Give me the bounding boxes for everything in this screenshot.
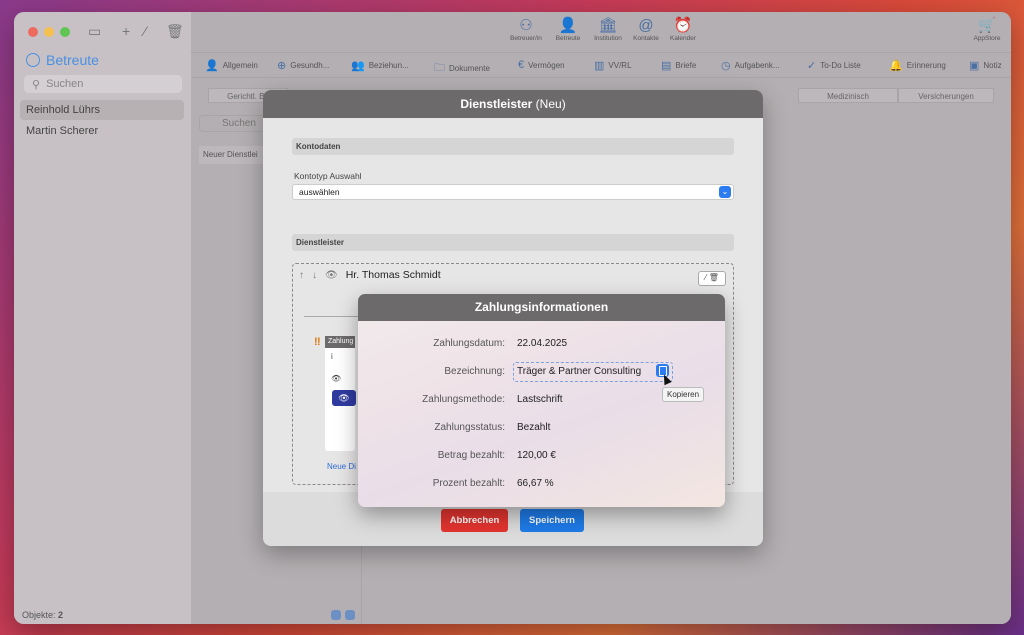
cancel-button[interactable]: Abbrechen — [441, 509, 508, 532]
provider-row: ↑ ↓ 👁 Hr. Thomas Schmidt — [299, 269, 441, 281]
row-zahlungsdatum: Zahlungsdatum: 22.04.2025 — [433, 338, 568, 349]
person-icon: 👤 — [205, 60, 219, 72]
circle-icon — [26, 53, 40, 67]
bell-icon: 🔔 — [889, 60, 903, 72]
medical-case-icon: ⊕ — [277, 60, 287, 72]
checkmark-icon: ✓ — [807, 60, 817, 72]
tab-gesundheit[interactable]: ⊕ Gesundh... — [277, 59, 329, 72]
folder-icon: 🗀 — [434, 62, 445, 74]
zoom-window-button[interactable] — [60, 27, 70, 37]
close-window-button[interactable] — [28, 27, 38, 37]
add-circle-icon[interactable] — [345, 610, 355, 620]
popover-title: Zahlungsinformationen — [358, 294, 725, 321]
tab-briefe[interactable]: ▤ Briefe — [661, 59, 696, 72]
divider — [304, 316, 364, 317]
mini-table-row: i — [331, 352, 333, 361]
add-icon[interactable]: + — [122, 23, 130, 39]
document-icon: ▤ — [661, 60, 672, 72]
trash-icon[interactable]: 🗑 — [709, 273, 719, 282]
cart-icon: 🛒 — [977, 17, 997, 34]
sidebar-title: Betreute — [26, 52, 99, 68]
euro-icon: € — [518, 59, 525, 71]
kontotyp-select[interactable]: auswählen ⌄ — [292, 184, 734, 200]
new-payment-link[interactable]: Neue Di — [327, 462, 356, 471]
top-toolbar: ⚇ Betreuer/in 👤 Betreute 🏛 Institution @ Kon… — [191, 12, 1011, 53]
edit-icon[interactable]: ⁄ — [144, 23, 146, 39]
segment-medizinisch[interactable]: Medizinisch — [798, 88, 898, 103]
payment-mini-table: Zahlung i 👁 👁 — [325, 336, 356, 451]
tab-dokumente[interactable]: 🗀 Dokumente — [434, 59, 490, 78]
pencil-icon[interactable]: ⁄ — [705, 273, 706, 282]
section-dienstleister: Dienstleister — [292, 234, 734, 251]
tab-erinnerung[interactable]: 🔔 Erinnerung — [889, 59, 946, 72]
note-icon: ▣ — [969, 60, 980, 72]
chevron-down-icon: ⌄ — [719, 186, 731, 198]
sidebar: ▭ + ⁄ 🗑 Betreute ⚲ Suchen Reinhold Lührs… — [14, 12, 191, 624]
warning-icon: ‼ — [314, 336, 321, 348]
kontotyp-label: Kontotyp Auswahl — [294, 171, 362, 181]
list-action-icon[interactable] — [331, 610, 341, 620]
list-footer-buttons — [331, 610, 355, 620]
toolbar-kalender[interactable]: ⏰ Kalender — [658, 17, 708, 42]
alarm-clock-icon: ⏰ — [673, 17, 693, 34]
trash-icon[interactable]: 🗑 — [166, 23, 184, 40]
tab-todo[interactable]: ✓ To-Do Liste — [807, 59, 861, 72]
sidebar-search-input[interactable]: ⚲ Suchen — [24, 75, 182, 93]
save-button[interactable]: Speichern — [520, 509, 584, 532]
tab-vermoegen[interactable]: € Vermögen — [518, 59, 565, 71]
tab-aufgaben[interactable]: ◷ Aufgabenk... — [721, 59, 780, 72]
minimize-window-button[interactable] — [44, 27, 54, 37]
eye-active-icon[interactable]: 👁 — [332, 390, 356, 406]
section-kontodaten: Kontodaten — [292, 138, 734, 155]
arrow-up-icon[interactable]: ↑ — [299, 270, 304, 281]
sidebar-item-reinhold[interactable]: Reinhold Lührs — [20, 100, 184, 120]
search-icon: ⚲ — [32, 78, 41, 91]
tab-vvrl[interactable]: ▥ VV/RL — [594, 59, 632, 72]
segment-versicherungen[interactable]: Versicherungen — [898, 88, 994, 103]
eye-icon[interactable]: 👁 — [331, 374, 341, 383]
sidebar-toggle-icon[interactable]: ▭ — [88, 23, 101, 40]
tab-allgemein[interactable]: 👤 Allgemein — [205, 59, 258, 72]
copy-tooltip: Kopieren — [662, 387, 705, 402]
provider-name: Hr. Thomas Schmidt — [345, 269, 441, 281]
dialog-title: Dienstleister (Neu) — [263, 90, 763, 118]
toolbar-appstore[interactable]: 🛒 AppStore — [962, 17, 1011, 42]
tab-notiz[interactable]: ▣ Notiz — [969, 59, 1002, 72]
section-tabs: 👤 Allgemein ⊕ Gesundh... 👥 Beziehun... 🗀 Dok… — [191, 53, 1011, 78]
people-icon: 👥 — [351, 60, 365, 72]
row-betrag: Betrag bezahlt: 120,00 € — [437, 450, 556, 461]
task-icon: ◷ — [721, 60, 731, 72]
objects-count: Objekte: 2 — [22, 610, 64, 620]
sidebar-item-martin[interactable]: Martin Scherer — [20, 121, 184, 141]
books-icon: ▥ — [594, 60, 605, 72]
arrow-down-icon[interactable]: ↓ — [312, 270, 317, 281]
edit-delete-buttons[interactable]: ⁄ 🗑 — [698, 271, 726, 286]
eye-icon[interactable]: 👁 — [325, 270, 338, 281]
row-zahlungsstatus: Zahlungsstatus: Bezahlt — [434, 422, 551, 433]
mini-table-header: Zahlung — [325, 336, 355, 348]
tab-beziehungen[interactable]: 👥 Beziehun... — [351, 59, 409, 72]
row-prozent: Prozent bezahlt: 66,67 % — [432, 478, 554, 489]
